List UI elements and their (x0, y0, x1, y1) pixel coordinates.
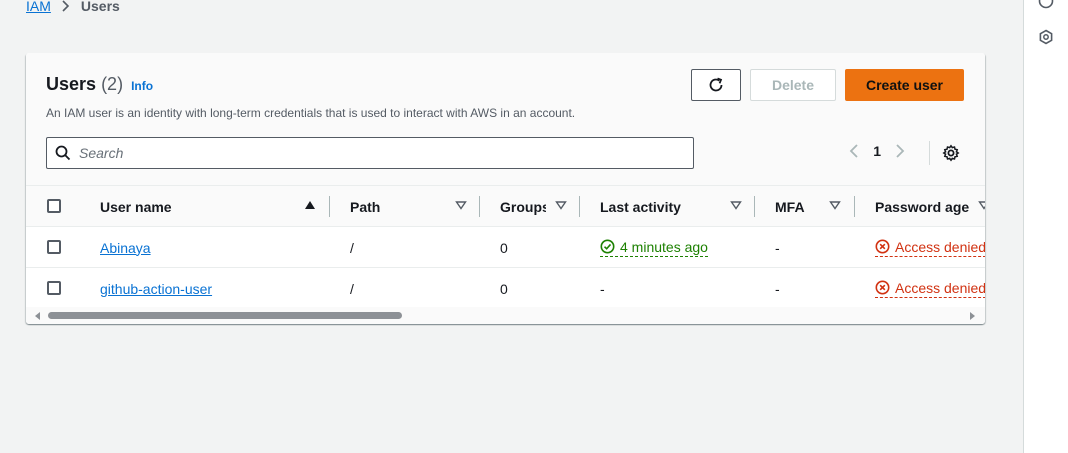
last-activity-cell: 4 minutes ago (600, 227, 708, 268)
search-input[interactable] (79, 145, 693, 161)
info-link[interactable]: Info (131, 79, 153, 93)
horizontal-scrollbar[interactable] (26, 307, 985, 324)
scroll-right-icon[interactable] (969, 312, 975, 320)
column-divider (579, 196, 580, 217)
page-title: Users (2) (46, 74, 123, 95)
select-all-checkbox[interactable] (47, 199, 61, 213)
refresh-button[interactable] (691, 69, 741, 101)
column-label: Last activity (600, 198, 681, 215)
sort-icon[interactable] (978, 200, 985, 210)
column-header-mfa[interactable]: MFA (775, 186, 850, 227)
last-activity-text: 4 minutes ago (620, 238, 708, 255)
chevron-right-icon (61, 0, 71, 12)
table-row[interactable]: Abinaya / 0 4 minutes ago - Access denie… (26, 227, 985, 268)
password-age-cell: Access denied (875, 268, 985, 309)
sort-icon[interactable] (730, 200, 742, 210)
table-header-row: User name Path Groups Last activity MFA … (26, 186, 985, 227)
sort-icon[interactable] (555, 200, 567, 210)
sort-ascending-icon[interactable] (304, 200, 316, 210)
groups-cell: 0 (500, 280, 508, 297)
mfa-cell: - (775, 280, 780, 297)
column-divider (329, 196, 330, 217)
check-circle-icon (600, 239, 615, 254)
breadcrumb: IAM Users (26, 0, 120, 14)
next-page-icon[interactable] (895, 143, 905, 159)
settings-gear-icon[interactable] (942, 144, 960, 162)
column-header-password-age[interactable]: Password age (875, 186, 985, 227)
pagination: 1 (849, 143, 905, 159)
title-row: Users (2) Info (46, 74, 153, 95)
column-label: User name (100, 198, 172, 215)
divider (929, 141, 930, 165)
column-divider (754, 196, 755, 217)
table-row[interactable]: github-action-user / 0 - - Access denied (26, 268, 985, 309)
groups-cell: 0 (500, 239, 508, 256)
password-age-text: Access denied (895, 279, 985, 296)
path-cell: / (350, 239, 354, 256)
delete-button[interactable]: Delete (750, 69, 836, 101)
user-name-link[interactable]: github-action-user (100, 268, 212, 309)
password-age-status[interactable]: Access denied (875, 239, 985, 257)
search-icon (55, 145, 71, 161)
scrollbar-thumb[interactable] (48, 312, 402, 319)
create-user-button[interactable]: Create user (845, 69, 964, 101)
row-checkbox[interactable] (47, 281, 61, 295)
error-circle-icon (875, 239, 890, 254)
password-age-text: Access denied (895, 238, 985, 255)
column-label: Groups (500, 198, 546, 215)
path-cell: / (350, 280, 354, 297)
sort-icon[interactable] (829, 200, 841, 210)
column-header-user-name[interactable]: User name (100, 186, 325, 227)
users-table-container: Users (2) Info An IAM user is an identit… (26, 53, 985, 324)
breadcrumb-iam-link[interactable]: IAM (26, 0, 51, 14)
column-header-last-activity[interactable]: Last activity (600, 186, 750, 227)
column-header-groups[interactable]: Groups (500, 186, 576, 227)
header-actions: Delete Create user (691, 69, 964, 101)
error-circle-icon (875, 280, 890, 295)
sort-icon[interactable] (455, 200, 467, 210)
current-page[interactable]: 1 (873, 143, 881, 159)
info-circle-icon[interactable] (1037, 0, 1055, 10)
table-header-area: Users (2) Info An IAM user is an identit… (26, 53, 985, 186)
password-age-cell: Access denied (875, 227, 985, 268)
user-name-link[interactable]: Abinaya (100, 227, 151, 268)
last-activity-status[interactable]: 4 minutes ago (600, 239, 708, 257)
hexagon-icon[interactable] (1037, 28, 1055, 46)
column-label: Password age (875, 198, 970, 215)
last-activity-cell: - (600, 280, 605, 297)
description: An IAM user is an identity with long-ter… (46, 106, 576, 120)
users-count: (2) (101, 74, 124, 94)
column-divider (479, 196, 480, 217)
mfa-cell: - (775, 239, 780, 256)
row-checkbox[interactable] (47, 240, 61, 254)
column-label: Path (350, 198, 381, 215)
column-header-path[interactable]: Path (350, 186, 475, 227)
title-text: Users (46, 74, 97, 94)
password-age-status[interactable]: Access denied (875, 280, 985, 298)
tools-rail (1023, 0, 1068, 453)
refresh-icon (709, 77, 723, 92)
search-field[interactable] (46, 137, 694, 169)
scroll-left-icon[interactable] (35, 312, 41, 320)
column-divider (854, 196, 855, 217)
breadcrumb-current: Users (80, 0, 120, 14)
previous-page-icon[interactable] (849, 143, 859, 159)
column-label: MFA (775, 198, 805, 215)
